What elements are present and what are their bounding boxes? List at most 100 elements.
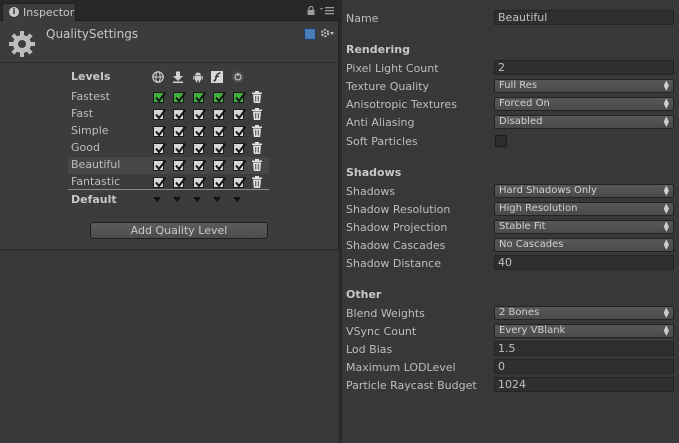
dropdown-arrows-icon: ▲ ▼ xyxy=(663,324,669,337)
quality-level-name: Simple xyxy=(71,124,109,137)
shadow-projection-dropdown[interactable]: Stable Fit ▲ ▼ xyxy=(494,220,674,234)
platform-level-checkbox[interactable] xyxy=(213,125,227,137)
dropdown-arrows-icon: ▲ ▼ xyxy=(663,306,669,319)
help-book-icon[interactable] xyxy=(304,28,316,40)
android-icon xyxy=(193,72,203,83)
soft-particles-toggle[interactable] xyxy=(495,135,507,147)
platform-level-checkbox[interactable] xyxy=(153,159,167,171)
maximum-lod-level-label: Maximum LODLevel xyxy=(346,361,456,374)
platform-level-checkbox[interactable] xyxy=(153,91,167,103)
trash-icon[interactable] xyxy=(252,108,262,120)
dropdown-value: Disabled xyxy=(499,116,543,127)
platform-level-checkbox[interactable] xyxy=(153,125,167,137)
platform-level-checkbox[interactable] xyxy=(213,159,227,171)
platform-level-checkbox[interactable] xyxy=(193,142,207,154)
trash-icon[interactable] xyxy=(252,176,262,188)
dropdown-arrows-icon: ▲ ▼ xyxy=(663,115,669,128)
platform-level-checkbox[interactable] xyxy=(233,91,247,103)
shadow-cascades-dropdown[interactable]: No Cascades ▲ ▼ xyxy=(494,238,674,252)
texture-quality-label: Texture Quality xyxy=(346,80,430,93)
quality-level-name: Good xyxy=(71,141,100,154)
blend-weights-dropdown[interactable]: 2 Bones ▲ ▼ xyxy=(494,306,674,320)
flash-icon xyxy=(211,71,223,83)
quality-level-row[interactable]: Good xyxy=(68,140,269,157)
anisotropic-textures-label: Anisotropic Textures xyxy=(346,98,457,111)
rendering-heading: Rendering xyxy=(346,43,410,56)
trash-icon[interactable] xyxy=(252,91,262,103)
dropdown-value: Full Res xyxy=(499,80,538,91)
shadow-cascades-label: Shadow Cascades xyxy=(346,239,446,252)
platform-level-checkbox[interactable] xyxy=(173,108,187,120)
component-header: QualitySettings xyxy=(0,21,339,63)
globe-icon xyxy=(152,71,164,83)
platform-level-checkbox[interactable] xyxy=(193,91,207,103)
trash-icon[interactable] xyxy=(252,159,262,171)
texture-quality-dropdown[interactable]: Full Res ▲ ▼ xyxy=(494,79,674,93)
anisotropic-textures-dropdown[interactable]: Forced On ▲ ▼ xyxy=(494,97,674,111)
maximum-lod-level-field[interactable]: 0 xyxy=(494,359,674,374)
default-selector-arrow[interactable] xyxy=(153,197,161,202)
trash-icon[interactable] xyxy=(252,125,262,137)
quality-level-row[interactable]: Fast xyxy=(68,106,269,123)
level-properties-panel: Name Beautiful Rendering Pixel Light Cou… xyxy=(342,0,679,443)
platform-level-checkbox[interactable] xyxy=(153,176,167,188)
platform-level-checkbox[interactable] xyxy=(193,176,207,188)
shadow-resolution-dropdown[interactable]: High Resolution ▲ ▼ xyxy=(494,202,674,216)
platform-level-checkbox[interactable] xyxy=(173,176,187,188)
quality-level-row[interactable]: Simple xyxy=(68,123,269,140)
platform-level-checkbox[interactable] xyxy=(233,159,247,171)
platform-level-checkbox[interactable] xyxy=(233,142,247,154)
platform-level-checkbox[interactable] xyxy=(213,176,227,188)
dropdown-value: Forced On xyxy=(499,98,550,109)
lod-bias-field[interactable]: 1.5 xyxy=(494,341,674,356)
platform-level-checkbox[interactable] xyxy=(233,176,247,188)
default-selector-arrow[interactable] xyxy=(193,197,201,202)
dropdown-value: Stable Fit xyxy=(499,221,546,232)
platform-level-checkbox[interactable] xyxy=(173,142,187,154)
name-field[interactable]: Beautiful xyxy=(494,10,674,25)
tab-inspector[interactable]: i Inspector xyxy=(2,3,76,21)
default-selector-arrow[interactable] xyxy=(173,197,181,202)
default-selector-arrow[interactable] xyxy=(213,197,221,202)
platform-level-checkbox[interactable] xyxy=(173,125,187,137)
vsync-count-dropdown[interactable]: Every VBlank ▲ ▼ xyxy=(494,324,674,338)
platform-level-checkbox[interactable] xyxy=(193,159,207,171)
anti-aliasing-dropdown[interactable]: Disabled ▲ ▼ xyxy=(494,115,674,129)
platform-level-checkbox[interactable] xyxy=(213,91,227,103)
platform-level-checkbox[interactable] xyxy=(233,108,247,120)
shadow-distance-label: Shadow Distance xyxy=(346,257,441,270)
platform-level-checkbox[interactable] xyxy=(153,108,167,120)
info-icon: i xyxy=(9,7,19,17)
platform-level-checkbox[interactable] xyxy=(193,108,207,120)
soft-particles-label: Soft Particles xyxy=(346,135,418,148)
dropdown-value: No Cascades xyxy=(499,239,564,250)
shadow-distance-field[interactable]: 40 xyxy=(494,255,674,270)
default-label: Default xyxy=(71,193,117,206)
quality-level-name: Fantastic xyxy=(71,175,121,188)
platform-level-checkbox[interactable] xyxy=(193,125,207,137)
shadow-projection-label: Shadow Projection xyxy=(346,221,448,234)
platform-level-checkbox[interactable] xyxy=(233,125,247,137)
add-quality-level-button[interactable]: Add Quality Level xyxy=(90,222,268,239)
platform-level-checkbox[interactable] xyxy=(213,142,227,154)
quality-level-row[interactable]: Fastest xyxy=(68,89,269,106)
dropdown-arrows-icon: ▲ ▼ xyxy=(663,202,669,215)
quality-settings-panel: i Inspector QualitySettings Levels Faste… xyxy=(0,0,339,250)
menu-icon[interactable] xyxy=(320,7,334,15)
component-title: QualitySettings xyxy=(46,27,139,41)
dropdown-arrows-icon: ▲ ▼ xyxy=(663,238,669,251)
name-label: Name xyxy=(346,12,379,25)
dropdown-value: Every VBlank xyxy=(499,325,566,336)
trash-icon[interactable] xyxy=(252,142,262,154)
default-selector-arrow[interactable] xyxy=(233,197,241,202)
platform-level-checkbox[interactable] xyxy=(173,159,187,171)
platform-level-checkbox[interactable] xyxy=(173,91,187,103)
platform-level-checkbox[interactable] xyxy=(153,142,167,154)
platform-level-checkbox[interactable] xyxy=(213,108,227,120)
particle-raycast-budget-field[interactable]: 1024 xyxy=(494,377,674,392)
shadows-dropdown[interactable]: Hard Shadows Only ▲ ▼ xyxy=(494,184,674,198)
settings-gear-icon[interactable] xyxy=(320,27,334,40)
pixel-light-count-field[interactable]: 2 xyxy=(494,60,674,75)
quality-level-row[interactable]: Beautiful xyxy=(68,157,269,174)
lock-icon[interactable] xyxy=(307,6,315,15)
